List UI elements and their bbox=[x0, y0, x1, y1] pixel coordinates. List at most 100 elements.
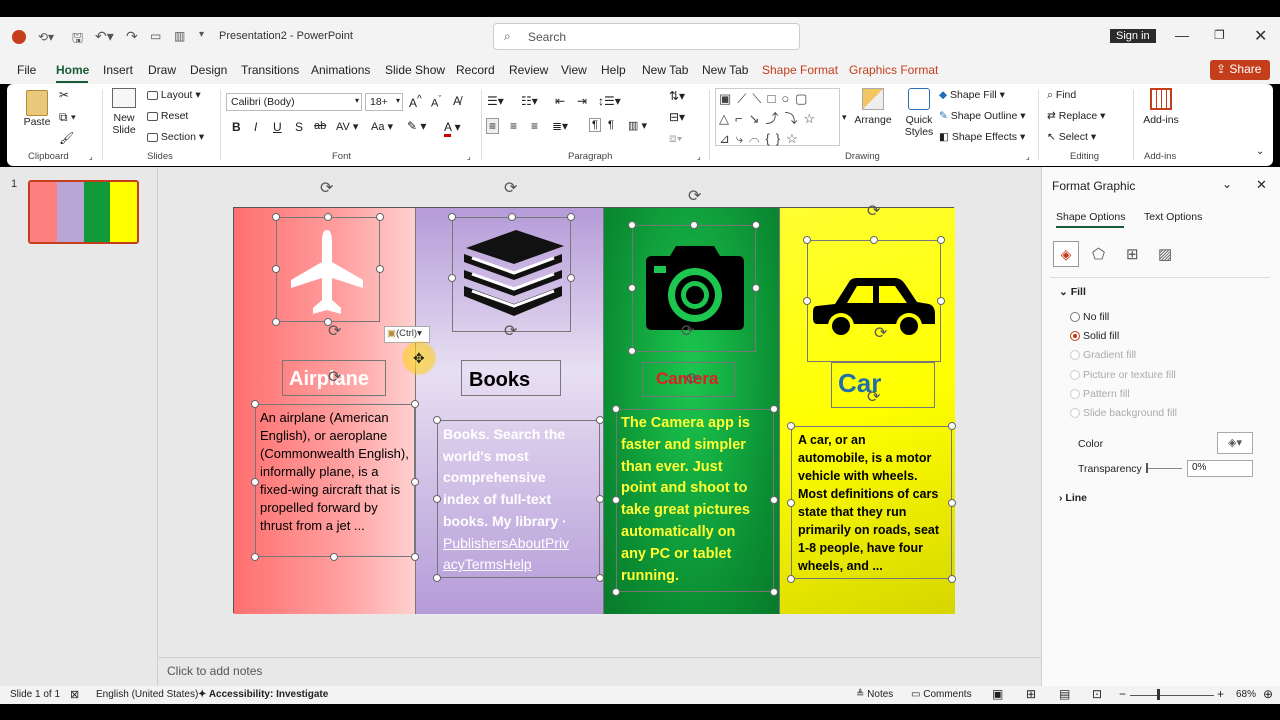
shape-fill-button[interactable]: ◆ Shape Fill ▾ bbox=[939, 89, 1005, 101]
selection-handle[interactable] bbox=[433, 495, 441, 503]
shadow-icon[interactable]: S bbox=[295, 120, 303, 134]
replace-button[interactable]: ⇄ Replace ▾ bbox=[1047, 110, 1105, 122]
zoom-out-icon[interactable]: − bbox=[1119, 687, 1126, 701]
autosave-icon[interactable]: ⟲▾ bbox=[38, 30, 54, 44]
tab-text-options[interactable]: Text Options bbox=[1144, 211, 1202, 223]
tab-new-tab-2[interactable]: New Tab bbox=[702, 63, 748, 77]
selection-handle[interactable] bbox=[433, 574, 441, 582]
rotate-handle-icon[interactable]: ⟳ bbox=[504, 324, 517, 340]
columns-icon[interactable]: ▥ ▾ bbox=[628, 119, 647, 132]
selection-handle[interactable] bbox=[272, 213, 280, 221]
rtl-icon[interactable]: ¶ bbox=[608, 119, 614, 131]
picture-fill-option[interactable]: Picture or texture fill bbox=[1070, 369, 1176, 381]
rotate-handle-icon[interactable]: ⟳ bbox=[867, 204, 880, 220]
new-slide-button[interactable]: New Slide bbox=[109, 88, 139, 136]
selection-handle[interactable] bbox=[411, 478, 419, 486]
selection-handle[interactable] bbox=[803, 236, 811, 244]
drawing-launcher-icon[interactable]: ⌟ bbox=[1026, 152, 1030, 161]
books-icon[interactable] bbox=[458, 228, 566, 323]
tab-home[interactable]: Home bbox=[56, 63, 89, 77]
camera-icon[interactable] bbox=[642, 242, 748, 332]
smartart-icon[interactable]: ⧈▾ bbox=[669, 131, 683, 146]
selection-handle[interactable] bbox=[870, 236, 878, 244]
undo-icon[interactable]: ↶▾ bbox=[95, 28, 114, 45]
slide-thumbnail[interactable] bbox=[28, 180, 139, 244]
comments-button[interactable]: ▭ Comments bbox=[911, 689, 972, 700]
selection-handle[interactable] bbox=[628, 347, 636, 355]
tab-new-tab-1[interactable]: New Tab bbox=[642, 63, 688, 77]
selection-handle[interactable] bbox=[612, 405, 620, 413]
selection-handle[interactable] bbox=[628, 221, 636, 229]
accessibility-status[interactable]: ✦ Accessibility: Investigate bbox=[198, 689, 328, 700]
selection-handle[interactable] bbox=[330, 553, 338, 561]
increase-font-icon[interactable]: A^ bbox=[409, 94, 422, 110]
restore-icon[interactable]: ❐ bbox=[1214, 28, 1225, 42]
selection-handle[interactable] bbox=[948, 499, 956, 507]
selection-handle[interactable] bbox=[770, 496, 778, 504]
transparency-slider[interactable] bbox=[1146, 468, 1182, 469]
decrease-indent-icon[interactable]: ⇤ bbox=[555, 94, 565, 108]
tab-animations[interactable]: Animations bbox=[311, 63, 370, 77]
text-direction-icon[interactable]: ¶ bbox=[589, 118, 601, 132]
save-icon[interactable]: 🖫 bbox=[72, 29, 83, 51]
increase-indent-icon[interactable]: ⇥ bbox=[577, 94, 587, 108]
line-spacing-icon[interactable]: ↕☰▾ bbox=[598, 94, 621, 108]
selection-handle[interactable] bbox=[433, 416, 441, 424]
minimize-icon[interactable]: — bbox=[1175, 27, 1189, 43]
strikethrough-icon[interactable]: ab bbox=[314, 120, 326, 132]
arrange-button[interactable]: Arrange bbox=[853, 88, 893, 126]
zoom-level[interactable]: 68% bbox=[1236, 689, 1256, 700]
selection-handle[interactable] bbox=[324, 213, 332, 221]
tab-record[interactable]: Record bbox=[456, 63, 495, 77]
selection-handle[interactable] bbox=[448, 274, 456, 282]
align-text-icon[interactable]: ⊟▾ bbox=[669, 110, 685, 124]
selection-handle[interactable] bbox=[787, 499, 795, 507]
bullets-icon[interactable]: ☰▾ bbox=[487, 94, 504, 108]
clear-formatting-icon[interactable]: A̸ bbox=[453, 94, 461, 108]
search-box[interactable]: ⌕ Search bbox=[493, 23, 800, 50]
font-size-dropdown-icon[interactable]: ▾ bbox=[396, 96, 400, 105]
highlight-icon[interactable]: ✎ ▾ bbox=[407, 119, 426, 133]
reading-view-icon[interactable]: ▤ bbox=[1059, 687, 1070, 701]
tab-file[interactable]: File bbox=[17, 63, 36, 77]
selection-handle[interactable] bbox=[596, 495, 604, 503]
transparency-input[interactable]: 0% bbox=[1187, 460, 1253, 477]
font-name-dropdown-icon[interactable]: ▾ bbox=[355, 96, 359, 105]
tab-shape-options[interactable]: Shape Options bbox=[1056, 211, 1125, 223]
selection-handle[interactable] bbox=[567, 274, 575, 282]
notes-placeholder[interactable]: Click to add notes bbox=[167, 664, 262, 678]
rotate-handle-icon[interactable]: ⟳ bbox=[686, 372, 699, 388]
tab-slide-show[interactable]: Slide Show bbox=[385, 63, 445, 77]
rotate-handle-icon[interactable]: ⟳ bbox=[874, 326, 887, 342]
tab-review[interactable]: Review bbox=[509, 63, 548, 77]
ribbon-collapse-icon[interactable]: ⌄ bbox=[1256, 146, 1264, 157]
font-color-icon[interactable]: A ▾ bbox=[444, 120, 461, 137]
selection-handle[interactable] bbox=[567, 213, 575, 221]
camera-body[interactable]: The Camera app is faster and simpler tha… bbox=[621, 413, 773, 587]
redo-icon[interactable]: ↷ bbox=[126, 28, 138, 45]
selection-handle[interactable] bbox=[508, 213, 516, 221]
selection-handle[interactable] bbox=[411, 400, 419, 408]
tab-draw[interactable]: Draw bbox=[148, 63, 176, 77]
airplane-body[interactable]: An airplane (American English), or aerop… bbox=[260, 409, 410, 535]
selection-handle[interactable] bbox=[251, 400, 259, 408]
share-button[interactable]: ⇪ Share bbox=[1210, 60, 1270, 80]
paste-button[interactable]: Paste bbox=[22, 90, 52, 128]
underline-icon[interactable]: U bbox=[273, 120, 282, 134]
tab-view[interactable]: View bbox=[561, 63, 587, 77]
selection-handle[interactable] bbox=[770, 405, 778, 413]
rotate-handle-icon[interactable]: ⟳ bbox=[320, 181, 333, 197]
justify-icon[interactable]: ≣▾ bbox=[552, 119, 568, 133]
selection-handle[interactable] bbox=[251, 553, 259, 561]
selection-handle[interactable] bbox=[628, 284, 636, 292]
decrease-font-icon[interactable]: Aˇ bbox=[431, 94, 441, 110]
align-center-icon[interactable]: ≡ bbox=[510, 119, 517, 133]
fit-slide-icon[interactable]: ⊕ bbox=[1263, 687, 1273, 701]
selection-handle[interactable] bbox=[937, 236, 945, 244]
layout-button[interactable]: Layout ▾ bbox=[147, 89, 201, 101]
shapes-gallery[interactable]: ▣⟋⟍□○▢ △⌐↘⤴⤵☆ ⊿⤷⌒{}☆ bbox=[715, 88, 840, 146]
fill-line-icon[interactable]: ◈ bbox=[1053, 241, 1079, 267]
paragraph-launcher-icon[interactable]: ⌟ bbox=[697, 152, 701, 161]
books-title[interactable]: Books bbox=[469, 369, 530, 392]
tab-help[interactable]: Help bbox=[601, 63, 626, 77]
